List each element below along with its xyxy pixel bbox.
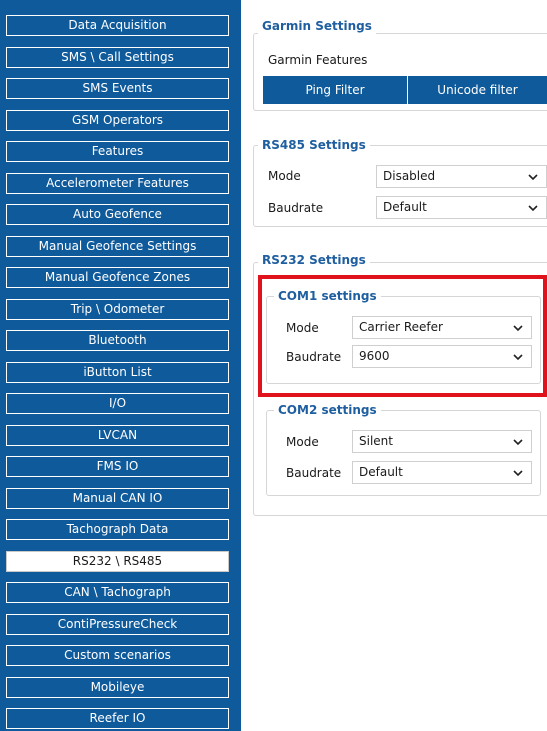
sidebar-item-auto-geofence[interactable]: Auto Geofence <box>6 204 229 225</box>
sidebar-item-contipressurecheck[interactable]: ContiPressureCheck <box>6 614 229 635</box>
chevron-down-icon <box>513 431 523 446</box>
sidebar-item-custom-scenarios[interactable]: Custom scenarios <box>6 645 229 666</box>
sidebar-item-fms-io[interactable]: FMS IO <box>6 456 229 477</box>
com2-mode-value: Silent <box>359 434 393 448</box>
garmin-settings-title: Garmin Settings <box>258 18 376 34</box>
sidebar-item-io[interactable]: I/O <box>6 393 229 414</box>
sidebar-item-can-tachograph[interactable]: CAN \ Tachograph <box>6 582 229 603</box>
rs232-settings-title: RS232 Settings <box>258 252 370 268</box>
rs485-baudrate-select[interactable]: Default <box>376 196 547 219</box>
chevron-down-icon <box>513 462 523 477</box>
sidebar-item-ibutton-list[interactable]: iButton List <box>6 362 229 383</box>
rs485-baudrate-value: Default <box>383 200 427 214</box>
sidebar-item-trip-odometer[interactable]: Trip \ Odometer <box>6 299 229 320</box>
rs485-mode-select[interactable]: Disabled <box>376 165 547 188</box>
sidebar-item-lvcan[interactable]: LVCAN <box>6 425 229 446</box>
sidebar-item-reefer-io[interactable]: Reefer IO <box>6 708 229 729</box>
sidebar-item-accelerometer-features[interactable]: Accelerometer Features <box>6 173 229 194</box>
rs485-mode-label: Mode <box>268 169 301 183</box>
sidebar-item-manual-geofence-zones[interactable]: Manual Geofence Zones <box>6 267 229 288</box>
rs485-settings-title: RS485 Settings <box>258 137 370 153</box>
sidebar-item-rs232-rs485[interactable]: RS232 \ RS485 <box>6 551 229 572</box>
com2-baudrate-value: Default <box>359 465 403 479</box>
com2-mode-label: Mode <box>286 435 319 449</box>
rs485-baudrate-label: Baudrate <box>268 201 324 215</box>
sidebar-item-tachograph-data[interactable]: Tachograph Data <box>6 519 229 540</box>
rs485-mode-value: Disabled <box>383 169 436 183</box>
com2-baudrate-label: Baudrate <box>286 466 342 480</box>
sidebar-item-features[interactable]: Features <box>6 141 229 162</box>
ping-filter-button[interactable]: Ping Filter <box>263 76 407 104</box>
sidebar-item-data-acquisition[interactable]: Data Acquisition <box>6 15 229 36</box>
sidebar-item-sms-call-settings[interactable]: SMS \ Call Settings <box>6 47 229 68</box>
chevron-down-icon <box>528 166 538 181</box>
com2-mode-select[interactable]: Silent <box>352 430 532 453</box>
unicode-filter-button[interactable]: Unicode filter <box>408 76 547 104</box>
chevron-down-icon <box>528 197 538 212</box>
sidebar-item-mobileye[interactable]: Mobileye <box>6 677 229 698</box>
sidebar-item-sms-events[interactable]: SMS Events <box>6 78 229 99</box>
sidebar-item-bluetooth[interactable]: Bluetooth <box>6 330 229 351</box>
com2-settings-title: COM2 settings <box>274 402 381 418</box>
sidebar: Data Acquisition SMS \ Call Settings SMS… <box>0 0 241 731</box>
com1-highlight-box <box>258 275 547 397</box>
sidebar-item-gsm-operators[interactable]: GSM Operators <box>6 110 229 131</box>
garmin-features-label: Garmin Features <box>268 53 368 67</box>
sidebar-item-manual-can-io[interactable]: Manual CAN IO <box>6 488 229 509</box>
com2-baudrate-select[interactable]: Default <box>352 461 532 484</box>
sidebar-item-manual-geofence-settings[interactable]: Manual Geofence Settings <box>6 236 229 257</box>
